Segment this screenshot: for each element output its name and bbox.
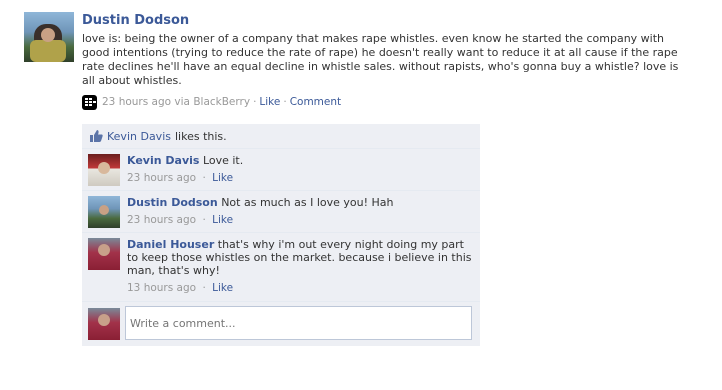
separator-dot: · bbox=[283, 96, 287, 108]
story-meta: 23 hours ago via BlackBerry · Like · Com… bbox=[82, 94, 702, 110]
comment-like-link[interactable]: Like bbox=[212, 214, 233, 226]
story-content: Dustin Dodson love is: being the owner o… bbox=[82, 12, 702, 110]
commenter-avatar[interactable] bbox=[88, 196, 120, 228]
comment-text: Love it. bbox=[202, 154, 244, 167]
comment-author-link[interactable]: Dustin Dodson bbox=[127, 196, 218, 209]
comment-link[interactable]: Comment bbox=[290, 96, 341, 108]
feedback-box: Kevin Davis likes this. Kevin Davis Love… bbox=[82, 124, 480, 346]
likes-sentence: Kevin Davis likes this. bbox=[82, 124, 480, 149]
story-message: love is: being the owner of a company th… bbox=[82, 32, 679, 87]
thumbs-up-icon bbox=[90, 130, 103, 142]
liker-name-link[interactable]: Kevin Davis bbox=[107, 130, 171, 143]
like-link[interactable]: Like bbox=[259, 96, 280, 108]
comment-timestamp: 23 hours ago bbox=[127, 214, 197, 226]
story-timestamp: 23 hours ago via BlackBerry bbox=[102, 96, 251, 108]
comment-author-link[interactable]: Kevin Davis bbox=[127, 154, 199, 167]
comment-item: Kevin Davis Love it. 23 hours ago · Like bbox=[82, 149, 480, 191]
comment-item: Daniel Houser that's why i'm out every n… bbox=[82, 233, 480, 302]
comment-text: Not as much as I love you! Hah bbox=[221, 196, 394, 209]
comment-input[interactable] bbox=[125, 306, 472, 340]
viewer-avatar bbox=[88, 308, 120, 340]
comment-composer bbox=[82, 302, 480, 346]
separator-dot: · bbox=[202, 282, 206, 294]
likes-suffix: likes this. bbox=[174, 129, 227, 143]
blackberry-icon bbox=[82, 94, 97, 110]
comment-like-link[interactable]: Like bbox=[212, 172, 233, 184]
separator-dot: · bbox=[253, 96, 257, 108]
commenter-avatar[interactable] bbox=[88, 154, 120, 186]
commenter-avatar[interactable] bbox=[88, 238, 120, 270]
separator-dot: · bbox=[202, 172, 206, 184]
actor-name-link[interactable]: Dustin Dodson bbox=[82, 12, 702, 30]
comment-timestamp: 13 hours ago bbox=[127, 282, 197, 294]
actor-avatar[interactable] bbox=[24, 12, 74, 62]
comment-timestamp: 23 hours ago bbox=[127, 172, 197, 184]
comment-author-link[interactable]: Daniel Houser bbox=[127, 238, 214, 251]
comment-like-link[interactable]: Like bbox=[212, 282, 233, 294]
separator-dot: · bbox=[202, 214, 206, 226]
comment-item: Dustin Dodson Not as much as I love you!… bbox=[82, 191, 480, 233]
